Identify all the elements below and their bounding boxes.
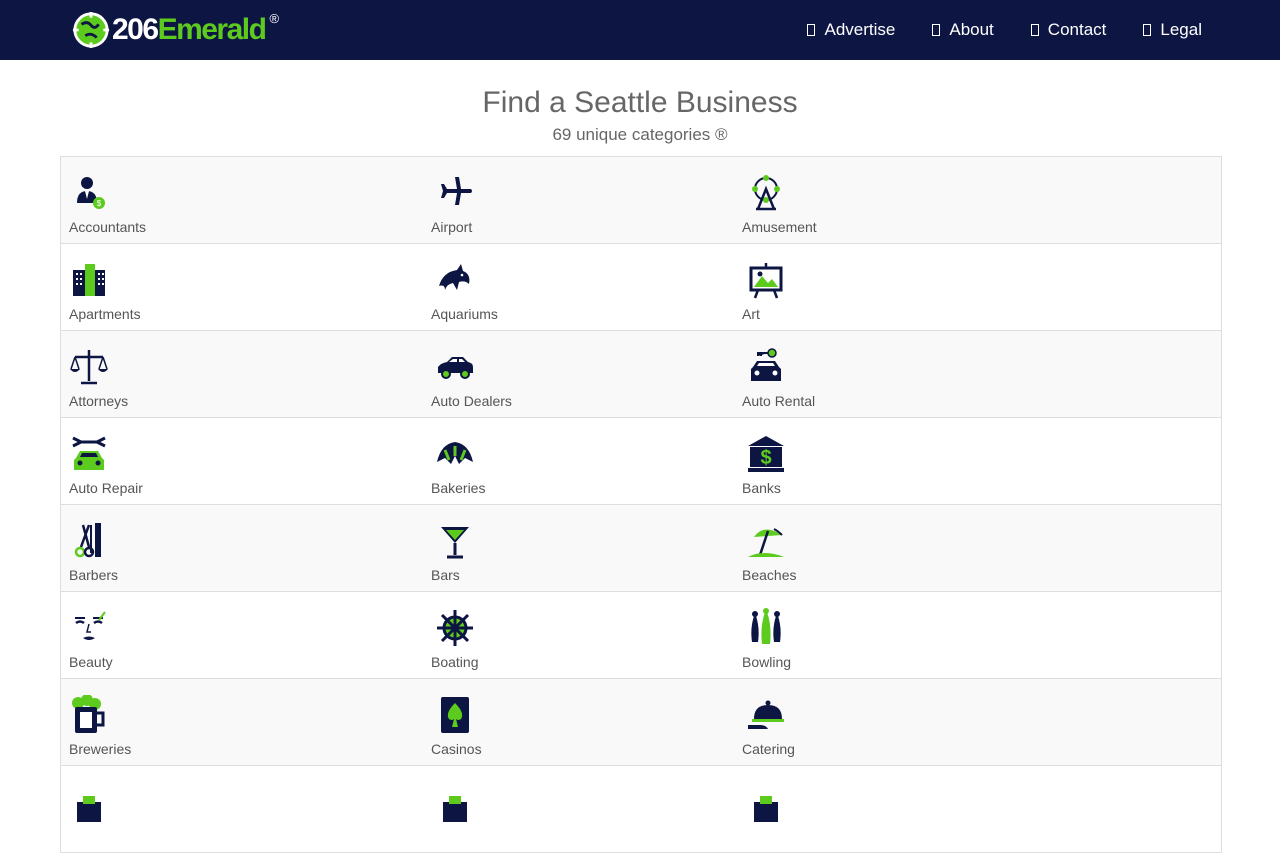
croissant-icon: [435, 434, 475, 474]
beach-umbrella-icon: [746, 521, 786, 561]
category-label: Bakeries: [431, 480, 486, 496]
svg-text:$: $: [760, 447, 771, 469]
advertise-icon: [807, 24, 816, 36]
category-icon: [746, 782, 786, 822]
wrench-car-icon: [69, 434, 109, 474]
category-label: Airport: [431, 219, 473, 235]
accountant-icon: $: [69, 173, 109, 213]
beer-mug-icon: [69, 695, 109, 735]
car-key-icon: [746, 347, 786, 387]
category-label: Auto Rental: [742, 393, 816, 409]
category-label: Aquariums: [431, 306, 498, 322]
scales-of-justice-icon: [69, 347, 109, 387]
category-grid: $ Accountants Airport Amusement Apartments Aq…: [60, 156, 1222, 853]
bowling-pins-icon: [746, 608, 786, 648]
cloche-platter-icon: [746, 695, 786, 735]
legal-icon: [1143, 24, 1152, 36]
category-label: Boating: [431, 654, 479, 670]
category-label: Art: [742, 306, 760, 322]
registered-mark: ®: [269, 10, 280, 26]
nav-about[interactable]: About: [932, 20, 994, 40]
category-label: Attorneys: [69, 393, 129, 409]
page-subtitle: 69 unique categories ®: [552, 125, 728, 144]
category-label: Beauty: [69, 654, 113, 670]
category-row: Attorneys Auto Dealers Auto Rental: [61, 331, 1221, 418]
category-label: Bowling: [742, 654, 792, 670]
category-row: $ Accountants Airport Amusement: [61, 157, 1221, 244]
category-icon: [435, 782, 475, 822]
category-label: Auto Dealers: [431, 393, 512, 409]
category-icon: [69, 782, 109, 822]
category-row: Breweries Casinos Catering: [61, 679, 1221, 766]
nav-contact[interactable]: Contact: [1030, 20, 1106, 40]
category-label: Beaches: [742, 567, 797, 583]
bank-dollar-icon: $: [746, 434, 786, 474]
brand-logo[interactable]: 206Emerald ®: [72, 8, 279, 52]
globe-logo-icon: [72, 11, 110, 49]
category-row: Barbers Bars Beaches: [61, 505, 1221, 592]
easel-painting-icon: [746, 260, 786, 300]
dolphin-icon: [435, 260, 475, 300]
category-label: Barbers: [69, 567, 119, 583]
martini-glass-icon: [435, 521, 475, 561]
nav-advertise[interactable]: Advertise: [807, 20, 895, 40]
top-navbar: 206Emerald ® Advertise About Contact Leg…: [0, 0, 1280, 60]
category-label: Bars: [431, 567, 460, 583]
face-makeup-icon: [69, 608, 109, 648]
category-row: Apartments Aquariums Art: [61, 244, 1221, 331]
category-row: Auto Repair Bakeries $ Banks: [61, 418, 1221, 505]
car-icon: [435, 347, 475, 387]
airplane-icon: [435, 173, 475, 213]
brand-name: 206Emerald: [112, 13, 267, 46]
category-label: Apartments: [69, 306, 141, 322]
ferris-wheel-icon: [746, 173, 786, 213]
category-row: Beauty Boating Bowling: [61, 592, 1221, 679]
page-heading: Find a Seattle Business 69 unique catego…: [0, 85, 1280, 145]
nav-legal[interactable]: Legal: [1143, 20, 1202, 40]
category-label: Catering: [742, 741, 795, 757]
nav-menu: Advertise About Contact Legal: [807, 0, 1202, 60]
svg-text:$: $: [97, 199, 102, 208]
spade-card-icon: [435, 695, 475, 735]
category-label: Banks: [742, 480, 781, 496]
category-label: Casinos: [431, 741, 482, 757]
category-label: Amusement: [742, 219, 817, 235]
apartment-building-icon: [69, 260, 109, 300]
scissors-comb-icon: [69, 521, 109, 561]
ship-wheel-icon: [435, 608, 475, 648]
category-row: [61, 766, 1221, 853]
category-label: Auto Repair: [69, 480, 143, 496]
category-label: Breweries: [69, 741, 132, 757]
contact-icon: [1030, 24, 1039, 36]
page-title: Find a Seattle Business: [482, 86, 798, 119]
category-label: Accountants: [69, 219, 147, 235]
about-icon: [932, 24, 941, 36]
